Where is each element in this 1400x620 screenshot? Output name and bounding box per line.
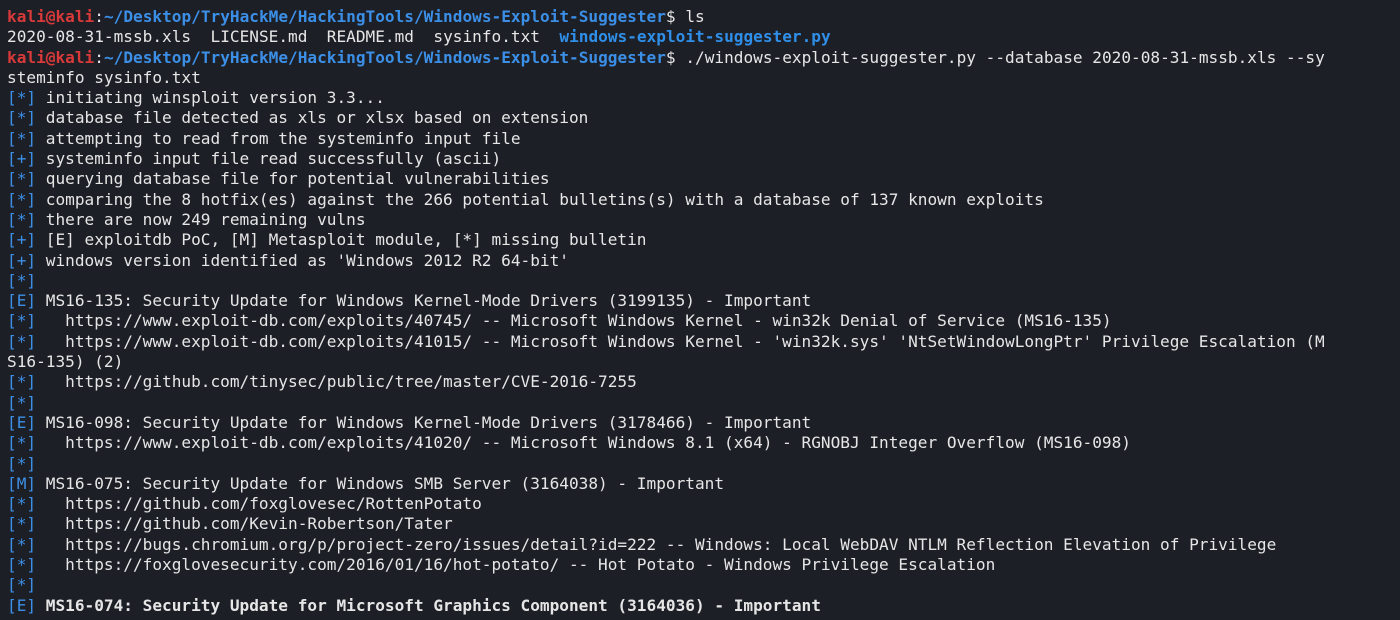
exploit-link-text: https://github.com/Kevin-Robertson/Tater	[36, 514, 453, 534]
status-tag: [*]	[7, 189, 37, 209]
status-tag: [*]	[7, 372, 37, 392]
status-tag: [*]	[7, 88, 37, 108]
output-line: [*] initiating winsploit version 3.3...	[7, 88, 1400, 108]
output-line: [*] there are now 249 remaining vulns	[7, 210, 1400, 230]
status-tag: [*]	[7, 331, 37, 351]
bulletin-line: [E] MS16-074: Security Update for Micros…	[7, 596, 1400, 616]
output-line: [*] https://www.exploit-db.com/exploits/…	[7, 332, 1400, 352]
bulletin-text: MS16-075: Security Update for Windows SM…	[36, 473, 725, 493]
output-line: [+] windows version identified as 'Windo…	[7, 251, 1400, 271]
status-tag: [*]	[7, 555, 37, 575]
status-tag: [*]	[7, 534, 37, 554]
output-text: there are now 249 remaining vulns	[36, 209, 366, 229]
output-line: [*]	[7, 393, 1400, 413]
output-line: [*] https://github.com/tinysec/public/tr…	[7, 372, 1400, 392]
prompt-host: kali	[55, 47, 95, 67]
output-line: [*] comparing the 8 hotfix(es) against t…	[7, 190, 1400, 210]
status-tag: [*]	[7, 209, 37, 229]
exploit-tag: [E]	[7, 291, 37, 311]
prompt-colon: :	[94, 7, 104, 26]
bulletin-text: MS16-135: Security Update for Windows Ke…	[36, 291, 812, 311]
status-tag: [*]	[7, 311, 37, 331]
prompt-line-suggester: kali@kali:~/Desktop/TryHackMe/HackingToo…	[7, 48, 1400, 68]
terminal-window[interactable]: kali@kali:~/Desktop/TryHackMe/HackingToo…	[0, 0, 1400, 620]
output-text: comparing the 8 hotfix(es) against the 2…	[36, 189, 1044, 209]
output-line: [*] attempting to read from the systemin…	[7, 129, 1400, 149]
prompt-path: ~/Desktop/TryHackMe/HackingTools/Windows…	[103, 7, 666, 26]
prompt-path: ~/Desktop/TryHackMe/HackingTools/Windows…	[103, 47, 666, 67]
bulletin-text: MS16-074: Security Update for Microsoft …	[36, 595, 821, 615]
output-text: attempting to read from the systeminfo i…	[36, 128, 521, 148]
exploit-link-continuation: S16-135) (2)	[7, 352, 124, 372]
ls-file-readme: README.md	[326, 27, 415, 47]
output-line: [*] database file detected as xls or xls…	[7, 108, 1400, 128]
bulletin-line: [M] MS16-075: Security Update for Window…	[7, 474, 1400, 494]
output-line: [*] https://github.com/Kevin-Robertson/T…	[7, 514, 1400, 534]
ls-file-exploit-suggester: windows-exploit-suggester.py	[559, 27, 831, 47]
output-text: windows version identified as 'Windows 2…	[36, 250, 569, 270]
bulletin-line: [E] MS16-135: Security Update for Window…	[7, 291, 1400, 311]
output-text: systeminfo input file read successfully …	[36, 149, 502, 169]
status-tag: [*]	[7, 433, 37, 453]
ls-file-sysinfo: sysinfo.txt	[433, 27, 540, 47]
status-tag: [*]	[7, 128, 37, 148]
output-line: [+] systeminfo input file read successfu…	[7, 149, 1400, 169]
prompt-user: kali	[7, 47, 46, 67]
output-text: [E] exploitdb PoC, [M] Metasploit module…	[36, 230, 647, 250]
command-suggester: ./windows-exploit-suggester.py --databas…	[685, 47, 1325, 67]
output-line: [*]	[7, 271, 1400, 291]
output-line: [*] https://foxglovesecurity.com/2016/01…	[7, 555, 1400, 575]
status-tag: [*]	[7, 108, 37, 128]
metasploit-tag: [M]	[7, 473, 37, 493]
command-suggester-wrap: steminfo sysinfo.txt	[7, 68, 1400, 88]
status-tag: [*]	[7, 169, 37, 189]
output-text: database file detected as xls or xlsx ba…	[36, 108, 589, 128]
output-line-wrap: S16-135) (2)	[7, 352, 1400, 372]
output-text: querying database file for potential vul…	[36, 169, 550, 189]
exploit-tag: [E]	[7, 595, 37, 615]
output-line: [*] https://github.com/foxglovesec/Rotte…	[7, 494, 1400, 514]
status-tag: [*]	[7, 453, 37, 473]
output-line: [*]	[7, 454, 1400, 474]
status-tag: [+]	[7, 149, 37, 169]
ls-file-mssb: 2020-08-31-mssb.xls	[7, 27, 192, 47]
status-tag: [*]	[7, 392, 37, 412]
prompt-colon: :	[94, 47, 104, 67]
output-line: [*] https://bugs.chromium.org/p/project-…	[7, 535, 1400, 555]
exploit-link-text: https://www.exploit-db.com/exploits/4102…	[36, 433, 1131, 453]
prompt-dollar: $	[665, 7, 686, 26]
status-tag: [+]	[7, 250, 37, 270]
exploit-link-text: https://github.com/foxglovesec/RottenPot…	[36, 494, 482, 514]
status-tag: [*]	[7, 494, 37, 514]
output-line: [*] https://www.exploit-db.com/exploits/…	[7, 433, 1400, 453]
ls-file-license: LICENSE.md	[210, 27, 308, 47]
exploit-link-text: https://www.exploit-db.com/exploits/4101…	[36, 331, 1325, 351]
status-tag: [*]	[7, 514, 37, 534]
status-tag: [+]	[7, 230, 37, 250]
bulletin-text: MS16-098: Security Update for Windows Ke…	[36, 412, 812, 432]
output-line: [*] querying database file for potential…	[7, 169, 1400, 189]
ls-output-line: 2020-08-31-mssb.xls LICENSE.md README.md…	[7, 27, 1400, 47]
prompt-at: @	[45, 7, 56, 26]
prompt-dollar: $	[665, 47, 686, 67]
exploit-link-text: https://www.exploit-db.com/exploits/4074…	[36, 311, 1112, 331]
exploit-link-text: https://bugs.chromium.org/p/project-zero…	[36, 534, 1277, 554]
output-line: [+] [E] exploitdb PoC, [M] Metasploit mo…	[7, 230, 1400, 250]
output-line: [*] https://www.exploit-db.com/exploits/…	[7, 311, 1400, 331]
command-suggester-continuation: steminfo sysinfo.txt	[7, 67, 201, 87]
command-ls: ls	[685, 7, 705, 26]
status-tag: [*]	[7, 575, 37, 595]
prompt-at: @	[45, 47, 56, 67]
prompt-line-ls: kali@kali:~/Desktop/TryHackMe/HackingToo…	[7, 7, 1400, 27]
exploit-tag: [E]	[7, 412, 37, 432]
output-text: initiating winsploit version 3.3...	[36, 88, 385, 108]
exploit-link-text: https://foxglovesecurity.com/2016/01/16/…	[36, 555, 996, 575]
prompt-host: kali	[55, 7, 95, 26]
exploit-link-text: https://github.com/tinysec/public/tree/m…	[36, 372, 637, 392]
program-output: [*] initiating winsploit version 3.3... …	[7, 88, 1400, 616]
bulletin-line: [E] MS16-098: Security Update for Window…	[7, 413, 1400, 433]
prompt-user: kali	[7, 7, 46, 26]
output-line: [*]	[7, 575, 1400, 595]
status-tag: [*]	[7, 270, 37, 290]
